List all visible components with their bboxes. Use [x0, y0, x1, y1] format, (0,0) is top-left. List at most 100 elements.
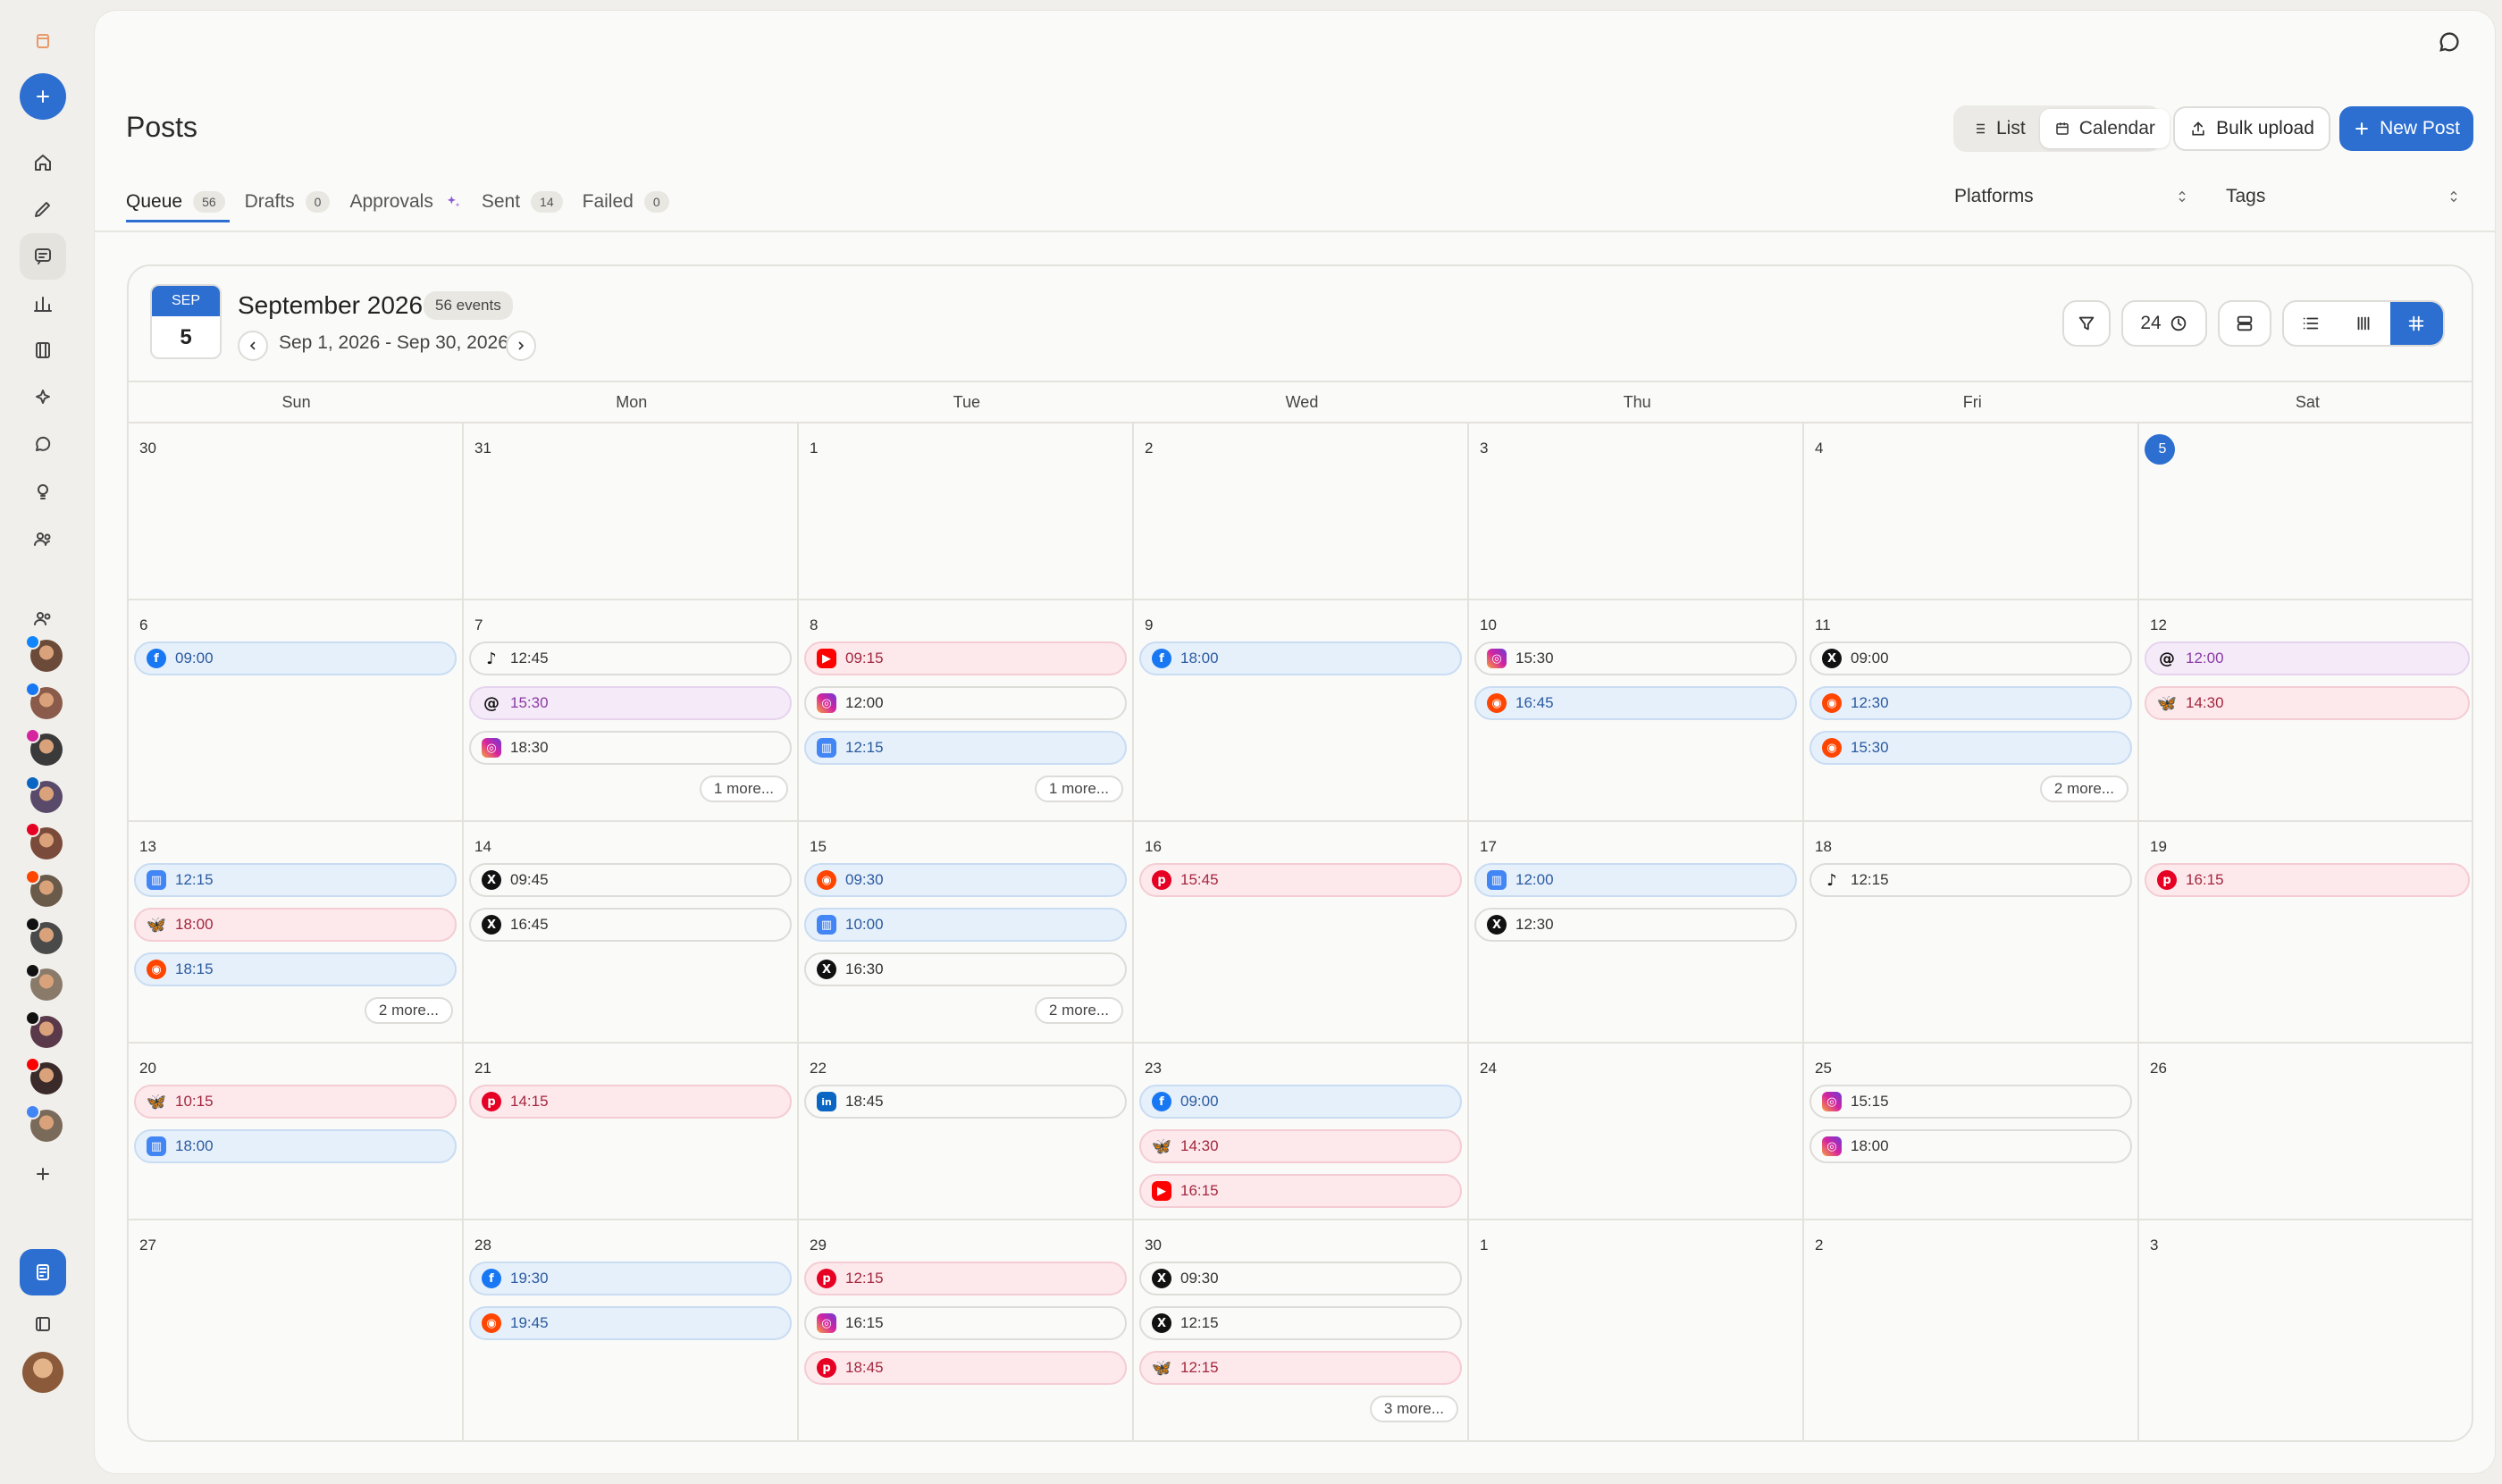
- day-cell[interactable]: 19 p 16:15: [2139, 822, 2472, 1042]
- day-cell[interactable]: 1: [799, 423, 1134, 599]
- day-cell[interactable]: 3: [2139, 1220, 2472, 1440]
- day-cell[interactable]: 11 X 09:00 ◉ 12:30 ◉ 15:30 2 more...: [1804, 600, 2139, 820]
- post-event[interactable]: f 09:00: [1139, 1085, 1462, 1119]
- account-bluesky[interactable]: [25, 634, 63, 672]
- post-event[interactable]: 🦋 18:00: [134, 908, 457, 942]
- post-event[interactable]: X 09:30: [1139, 1262, 1462, 1295]
- week-layout-button[interactable]: [2337, 302, 2389, 345]
- ideas-icon[interactable]: [20, 468, 66, 515]
- post-event[interactable]: X 09:45: [469, 863, 792, 897]
- post-event[interactable]: ◉ 15:30: [1809, 731, 2132, 765]
- layout-icon[interactable]: [20, 1301, 66, 1347]
- account-pinterest[interactable]: [25, 822, 63, 860]
- day-cell[interactable]: 12 @12:00 🦋 14:30: [2139, 600, 2472, 820]
- home-icon[interactable]: [20, 139, 66, 186]
- posts-icon[interactable]: [20, 233, 66, 280]
- analytics-icon[interactable]: [20, 281, 66, 327]
- day-cell[interactable]: 18 ♪ 12:15: [1804, 822, 2139, 1042]
- team-icon[interactable]: [20, 516, 66, 562]
- post-event[interactable]: ▶ 16:15: [1139, 1174, 1462, 1208]
- day-cell[interactable]: 7 ♪ 12:45 @15:30 ◎ 18:30 1 more...: [464, 600, 799, 820]
- media-icon[interactable]: [20, 327, 66, 373]
- add-account-icon[interactable]: [20, 1151, 66, 1197]
- day-cell[interactable]: 30 X 09:30 X 12:15 🦋 12:15 3 more...: [1134, 1220, 1469, 1440]
- post-event[interactable]: ◉ 18:15: [134, 952, 457, 986]
- post-event[interactable]: ♪ 12:45: [469, 641, 792, 675]
- post-event[interactable]: ◉ 12:30: [1809, 686, 2132, 720]
- day-cell[interactable]: 14 X 09:45 X 16:45: [464, 822, 799, 1042]
- post-event[interactable]: ◎ 12:00: [804, 686, 1127, 720]
- post-event[interactable]: X 12:30: [1474, 908, 1797, 942]
- more-events-button[interactable]: 2 more...: [1034, 997, 1123, 1024]
- account-linkedin[interactable]: [25, 775, 63, 813]
- day-cell[interactable]: 8 ▶ 09:15 ◎ 12:00 ▥ 12:15 1 more...: [799, 600, 1134, 820]
- platforms-select[interactable]: Platforms: [1954, 179, 2190, 214]
- post-event[interactable]: ◉ 19:45: [469, 1306, 792, 1340]
- post-event[interactable]: X 16:30: [804, 952, 1127, 986]
- filter-button[interactable]: [2062, 300, 2111, 347]
- day-cell[interactable]: 28 f 19:30 ◉ 19:45: [464, 1220, 799, 1440]
- more-events-button[interactable]: 3 more...: [1369, 1396, 1458, 1422]
- bulk-upload-button[interactable]: Bulk upload: [2173, 106, 2330, 151]
- post-event[interactable]: ◉ 16:45: [1474, 686, 1797, 720]
- post-event[interactable]: 🦋 10:15: [134, 1085, 457, 1119]
- day-cell[interactable]: 6 f 09:00: [129, 600, 464, 820]
- post-event[interactable]: ▥ 12:15: [804, 731, 1127, 765]
- day-cell[interactable]: 2: [1804, 1220, 2139, 1440]
- post-event[interactable]: X 09:00: [1809, 641, 2132, 675]
- day-cell[interactable]: 2: [1134, 423, 1469, 599]
- day-cell[interactable]: 29 p 12:15 ◎ 16:15 p 18:45: [799, 1220, 1134, 1440]
- new-post-button[interactable]: New Post: [2339, 106, 2473, 151]
- calendar-view-button[interactable]: Calendar: [2039, 109, 2170, 148]
- post-event[interactable]: X 16:45: [469, 908, 792, 942]
- chat-icon[interactable]: [2432, 27, 2464, 59]
- post-event[interactable]: X 12:15: [1139, 1306, 1462, 1340]
- comments-icon[interactable]: [20, 422, 66, 468]
- day-cell[interactable]: 1: [1469, 1220, 1804, 1440]
- more-events-button[interactable]: 1 more...: [699, 776, 788, 802]
- tab-failed[interactable]: Failed 0: [583, 184, 669, 220]
- more-events-button[interactable]: 1 more...: [1034, 776, 1123, 802]
- post-event[interactable]: ◎ 16:15: [804, 1306, 1127, 1340]
- post-event[interactable]: ♪ 12:15: [1809, 863, 2132, 897]
- account-threads[interactable]: [25, 916, 63, 954]
- post-event[interactable]: 🦋 12:15: [1139, 1351, 1462, 1385]
- day-cell[interactable]: 25 ◎ 15:15 ◎ 18:00: [1804, 1044, 2139, 1219]
- day-cell[interactable]: 3: [1469, 423, 1804, 599]
- next-month-button[interactable]: [506, 331, 536, 361]
- sparkle-icon[interactable]: [20, 374, 66, 421]
- post-event[interactable]: 🦋 14:30: [1139, 1129, 1462, 1163]
- more-events-button[interactable]: 2 more...: [2039, 776, 2128, 802]
- post-event[interactable]: in 18:45: [804, 1085, 1127, 1119]
- tab-sent[interactable]: Sent 14: [482, 184, 563, 220]
- post-event[interactable]: @12:00: [2145, 641, 2470, 675]
- app-logo-icon[interactable]: [20, 18, 66, 64]
- post-event[interactable]: ▥ 12:15: [134, 863, 457, 897]
- tags-select[interactable]: Tags: [2226, 179, 2462, 214]
- user-avatar[interactable]: [20, 1349, 66, 1396]
- list-view-button[interactable]: List: [1957, 109, 2040, 148]
- post-event[interactable]: p 12:15: [804, 1262, 1127, 1295]
- post-event[interactable]: ◎ 18:30: [469, 731, 792, 765]
- post-event[interactable]: ◎ 15:15: [1809, 1085, 2132, 1119]
- post-event[interactable]: f 19:30: [469, 1262, 792, 1295]
- day-cell[interactable]: 5: [2139, 423, 2472, 599]
- post-event[interactable]: f 09:00: [134, 641, 457, 675]
- create-icon[interactable]: [20, 73, 66, 120]
- density-button[interactable]: [2218, 300, 2271, 347]
- post-event[interactable]: ◎ 18:00: [1809, 1129, 2132, 1163]
- day-cell[interactable]: 31: [464, 423, 799, 599]
- account-tiktok[interactable]: [25, 963, 63, 1002]
- post-event[interactable]: 🦋 14:30: [2145, 686, 2470, 720]
- post-event[interactable]: ▥ 18:00: [134, 1129, 457, 1163]
- agenda-layout-button[interactable]: [2284, 302, 2337, 345]
- post-event[interactable]: ▥ 10:00: [804, 908, 1127, 942]
- pen-icon[interactable]: [20, 186, 66, 232]
- post-event[interactable]: p 14:15: [469, 1085, 792, 1119]
- post-event[interactable]: ◎ 15:30: [1474, 641, 1797, 675]
- day-cell[interactable]: 16 p 15:45: [1134, 822, 1469, 1042]
- month-layout-button[interactable]: [2389, 302, 2443, 345]
- day-cell[interactable]: 4: [1804, 423, 2139, 599]
- post-event[interactable]: ◉ 09:30: [804, 863, 1127, 897]
- more-events-button[interactable]: 2 more...: [364, 997, 453, 1024]
